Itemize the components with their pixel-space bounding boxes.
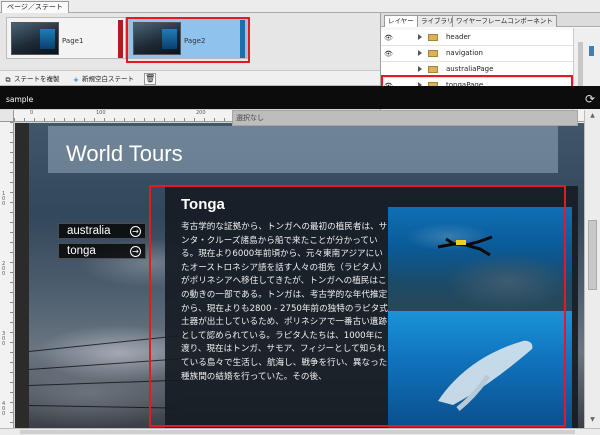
nav-button-tonga[interactable]: tonga → (58, 243, 146, 259)
document-bar: sample ⟳ (0, 86, 600, 109)
expand-arrow-icon[interactable] (418, 66, 422, 72)
empty-selection-bar: 選択なし (232, 110, 578, 126)
ruler-label: 0 (30, 110, 34, 116)
tab-wireframe-components[interactable]: ワイヤーフレームコンポーネント (452, 15, 557, 27)
page-marker (118, 20, 123, 58)
ruler-label: 3 0 0 (2, 331, 6, 347)
trash-icon[interactable]: 🗑 (144, 73, 156, 85)
folder-icon (428, 50, 438, 57)
ruler-label: 4 0 0 (2, 401, 6, 417)
layer-row-navigation[interactable]: 👁 navigation (381, 46, 573, 62)
plus-icon: + (73, 76, 79, 84)
new-blank-state-button[interactable]: + 新規空白ステート (72, 74, 134, 84)
state-actions-bar: ⧉ ステートを複製 + 新規空白ステート 🗑 (0, 70, 380, 86)
tab-pages-states[interactable]: ページ／ステート (1, 1, 69, 13)
layer-name: header (446, 33, 471, 41)
scroll-up-arrow-icon[interactable]: ▲ (588, 112, 597, 119)
selected-content-highlight (149, 185, 566, 427)
layer-row-header[interactable]: 👁 header (381, 30, 573, 46)
vertical-ruler: 1 0 0 2 0 0 3 0 0 4 0 0 (0, 122, 14, 428)
refresh-icon[interactable]: ⟳ (584, 93, 596, 105)
horizontal-scrollbar[interactable] (0, 428, 600, 435)
layers-tabs: レイヤー ライブラリ ワイヤーフレームコンポーネント (381, 13, 600, 27)
empty-selection-label: 選択なし (236, 114, 264, 122)
vertical-scroll-thumb[interactable] (588, 220, 597, 290)
ruler-label: 200 (196, 110, 206, 116)
circle-arrow-icon: → (130, 246, 141, 257)
duplicate-state-label: ステートを複製 (14, 75, 60, 83)
eye-icon[interactable]: 👁 (384, 34, 393, 42)
layer-name: australiaPage (446, 65, 494, 73)
nav-button-australia[interactable]: australia → (58, 223, 146, 239)
horizontal-scroll-thumb[interactable] (20, 430, 575, 434)
selected-page-highlight (126, 17, 250, 63)
page-card-page1[interactable]: Page1 (6, 17, 126, 59)
expand-arrow-icon[interactable] (418, 34, 422, 40)
duplicate-icon: ⧉ (5, 76, 11, 84)
duplicate-state-button[interactable]: ⧉ ステートを複製 (4, 74, 60, 84)
ruler-label: 100 (96, 110, 106, 116)
eye-icon-hidden[interactable] (384, 66, 393, 74)
layer-name: navigation (446, 49, 483, 57)
nav-label: australia (67, 225, 111, 237)
scroll-down-arrow-icon[interactable]: ▼ (588, 416, 597, 423)
eye-icon[interactable]: 👁 (384, 50, 393, 58)
ruler-corner (0, 110, 14, 122)
page-thumbnail (11, 22, 59, 55)
expand-arrow-icon[interactable] (418, 50, 422, 56)
tab-layers[interactable]: レイヤー (384, 15, 418, 27)
document-title: sample (6, 95, 34, 104)
folder-icon (428, 66, 438, 73)
pages-tabbar: ページ／ステート (0, 0, 600, 13)
page-label: Page1 (62, 37, 84, 45)
site-title: World Tours (66, 141, 183, 166)
vertical-scrollbar[interactable]: ▲ ▼ (584, 110, 600, 428)
circle-arrow-icon: → (130, 226, 141, 237)
folder-icon (428, 34, 438, 41)
nav-label: tonga (67, 245, 96, 257)
ruler-label: 1 0 0 (2, 191, 6, 207)
layer-color-marker (589, 46, 594, 56)
new-blank-state-label: 新規空白ステート (82, 75, 134, 83)
ruler-label: 2 0 0 (2, 261, 6, 277)
